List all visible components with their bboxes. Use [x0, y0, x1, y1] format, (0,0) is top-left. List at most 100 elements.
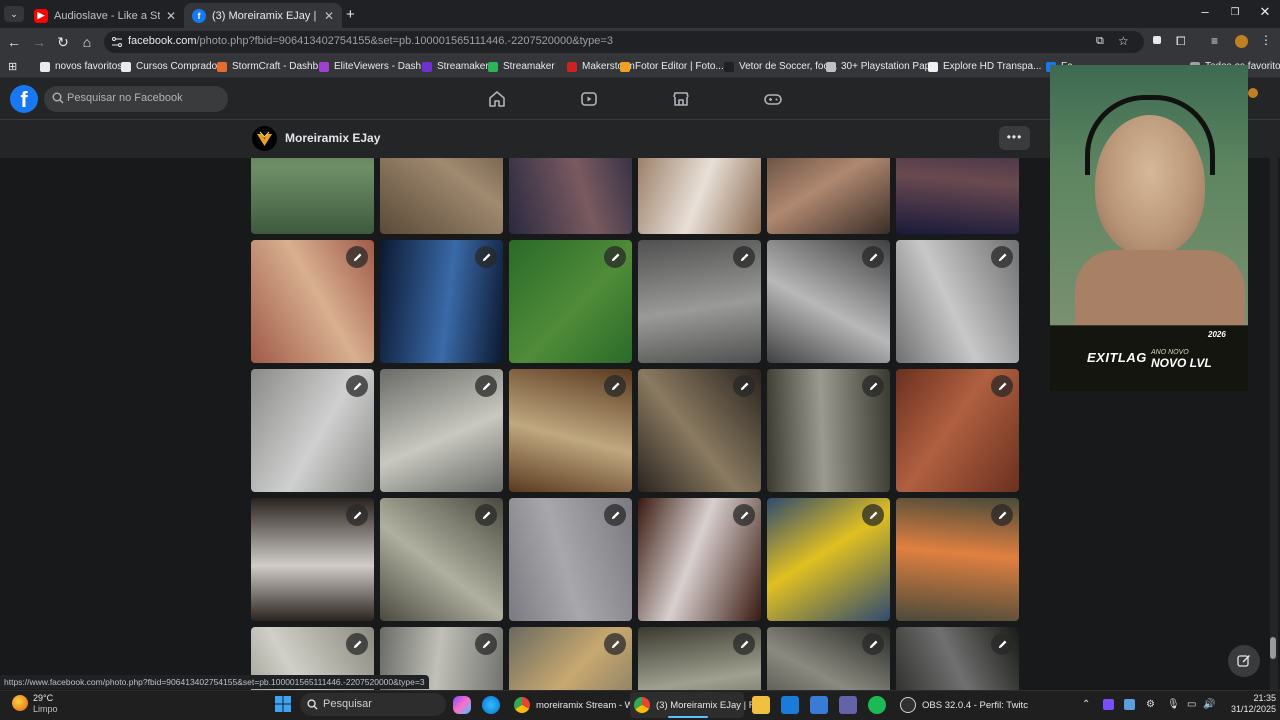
- extension-icon[interactable]: [1153, 36, 1161, 44]
- monitor-icon[interactable]: ▭: [1187, 699, 1196, 710]
- edit-photo-button[interactable]: [475, 375, 497, 397]
- photo-thumbnail[interactable]: [638, 627, 761, 690]
- edit-photo-button[interactable]: [346, 246, 368, 268]
- url-text[interactable]: facebook.com/photo.php?fbid=906413402754…: [128, 35, 613, 47]
- tray-chevron-icon[interactable]: ⌃: [1082, 699, 1090, 710]
- photo-thumbnail[interactable]: [767, 369, 890, 492]
- photo-thumbnail[interactable]: [896, 627, 1019, 690]
- photo-thumbnail[interactable]: [251, 240, 374, 363]
- bookmark-item[interactable]: Streamaker: [488, 61, 555, 72]
- edit-photo-button[interactable]: [733, 504, 755, 526]
- edit-photo-button[interactable]: [862, 246, 884, 268]
- media-control-icon[interactable]: ≡: [1211, 34, 1218, 48]
- spotify-icon[interactable]: [868, 696, 886, 714]
- outlook-icon[interactable]: [781, 696, 799, 714]
- tab-facebook[interactable]: f (3) Moreiramix EJay | Facebook ✕: [184, 3, 342, 28]
- photo-thumbnail[interactable]: [509, 240, 632, 363]
- photo-thumbnail[interactable]: [251, 369, 374, 492]
- gaming-icon[interactable]: [763, 89, 783, 109]
- edit-photo-button[interactable]: [475, 504, 497, 526]
- microphone-icon[interactable]: 🎙: [1167, 699, 1180, 710]
- edit-photo-button[interactable]: [475, 633, 497, 655]
- edit-photo-button[interactable]: [862, 375, 884, 397]
- edge-icon[interactable]: [482, 696, 500, 714]
- bookmark-item[interactable]: Explore HD Transpa...: [928, 61, 1041, 72]
- scrollbar-track[interactable]: [1270, 120, 1278, 690]
- reload-button[interactable]: ↻: [54, 33, 72, 51]
- video-icon[interactable]: [579, 89, 599, 109]
- scrollbar-thumb[interactable]: [1270, 637, 1276, 659]
- edit-photo-button[interactable]: [733, 633, 755, 655]
- photo-thumbnail[interactable]: [380, 498, 503, 621]
- photo-thumbnail[interactable]: [896, 158, 1019, 234]
- tray-settings-icon[interactable]: ⚙: [1146, 699, 1155, 710]
- file-explorer-icon[interactable]: [752, 696, 770, 714]
- profile-name[interactable]: Moreiramix EJay: [285, 131, 380, 145]
- volume-icon[interactable]: 🔊: [1203, 699, 1215, 710]
- weather-moon-icon[interactable]: [12, 695, 28, 711]
- edit-photo-button[interactable]: [346, 375, 368, 397]
- tab-audioslave[interactable]: ▶ Audioslave - Like a Stone (Offici ✕: [26, 3, 184, 28]
- photo-thumbnail[interactable]: [509, 498, 632, 621]
- edit-photo-button[interactable]: [346, 633, 368, 655]
- site-info-icon[interactable]: [111, 36, 123, 48]
- new-message-button[interactable]: [1228, 645, 1260, 677]
- avatar[interactable]: [252, 126, 277, 151]
- new-tab-button[interactable]: +: [346, 6, 355, 23]
- store-icon[interactable]: [810, 696, 828, 714]
- photo-thumbnail[interactable]: [638, 369, 761, 492]
- edit-photo-button[interactable]: [604, 633, 626, 655]
- taskbar-app-obs[interactable]: OBS 32.0.4 - Perfil: Twitc: [896, 692, 1028, 718]
- restore-button[interactable]: ❐: [1220, 7, 1250, 18]
- account-avatar[interactable]: [1248, 88, 1258, 98]
- photo-thumbnail[interactable]: [638, 158, 761, 234]
- bookmark-item[interactable]: Vetor de Soccer, foo...: [724, 61, 837, 72]
- photo-thumbnail[interactable]: [380, 158, 503, 234]
- bookmark-item[interactable]: Cursos Comprados: [121, 61, 222, 72]
- edit-photo-button[interactable]: [346, 504, 368, 526]
- clock-date[interactable]: 31/12/2025: [1226, 704, 1276, 714]
- teams-icon[interactable]: [839, 696, 857, 714]
- tray-network-app-icon[interactable]: [1124, 699, 1135, 710]
- bookmark-item[interactable]: 30+ Playstation Pap...: [826, 61, 939, 72]
- windows-start-icon[interactable]: [275, 696, 291, 712]
- apps-grid-icon[interactable]: ⊞: [8, 60, 17, 73]
- tray-app-icon[interactable]: [1103, 699, 1114, 710]
- install-app-icon[interactable]: ⧉: [1096, 35, 1104, 48]
- edit-photo-button[interactable]: [733, 246, 755, 268]
- edit-photo-button[interactable]: [475, 246, 497, 268]
- edit-photo-button[interactable]: [991, 246, 1013, 268]
- photo-thumbnail[interactable]: [767, 627, 890, 690]
- edit-photo-button[interactable]: [991, 633, 1013, 655]
- bookmark-item[interactable]: novos favoritos: [40, 61, 122, 72]
- photo-thumbnail[interactable]: [380, 240, 503, 363]
- extensions-puzzle-icon[interactable]: ⧠: [1176, 34, 1186, 49]
- marketplace-icon[interactable]: [671, 89, 691, 109]
- bookmark-item[interactable]: Streamaker: [422, 61, 489, 72]
- photo-thumbnail[interactable]: [896, 498, 1019, 621]
- photo-thumbnail[interactable]: [767, 498, 890, 621]
- photo-thumbnail[interactable]: [380, 369, 503, 492]
- edit-photo-button[interactable]: [991, 504, 1013, 526]
- photo-thumbnail[interactable]: [638, 498, 761, 621]
- facebook-logo[interactable]: f: [10, 85, 38, 113]
- photo-thumbnail[interactable]: [767, 158, 890, 234]
- taskbar-search-input[interactable]: [300, 693, 446, 716]
- edit-photo-button[interactable]: [733, 375, 755, 397]
- more-options-button[interactable]: •••: [999, 126, 1030, 150]
- edit-photo-button[interactable]: [991, 375, 1013, 397]
- profile-avatar[interactable]: [1235, 35, 1248, 48]
- edit-photo-button[interactable]: [862, 633, 884, 655]
- photo-thumbnail[interactable]: [509, 158, 632, 234]
- minimize-button[interactable]: –: [1190, 4, 1220, 19]
- photo-thumbnail[interactable]: [638, 240, 761, 363]
- forward-button[interactable]: →: [30, 33, 48, 51]
- edit-photo-button[interactable]: [604, 504, 626, 526]
- photo-thumbnail[interactable]: [509, 627, 632, 690]
- weather-desc[interactable]: Limpo: [33, 704, 58, 714]
- photo-thumbnail[interactable]: [896, 240, 1019, 363]
- edit-photo-button[interactable]: [862, 504, 884, 526]
- back-button[interactable]: ←: [5, 33, 23, 51]
- home-button[interactable]: ⌂: [78, 33, 96, 51]
- photo-thumbnail[interactable]: [509, 369, 632, 492]
